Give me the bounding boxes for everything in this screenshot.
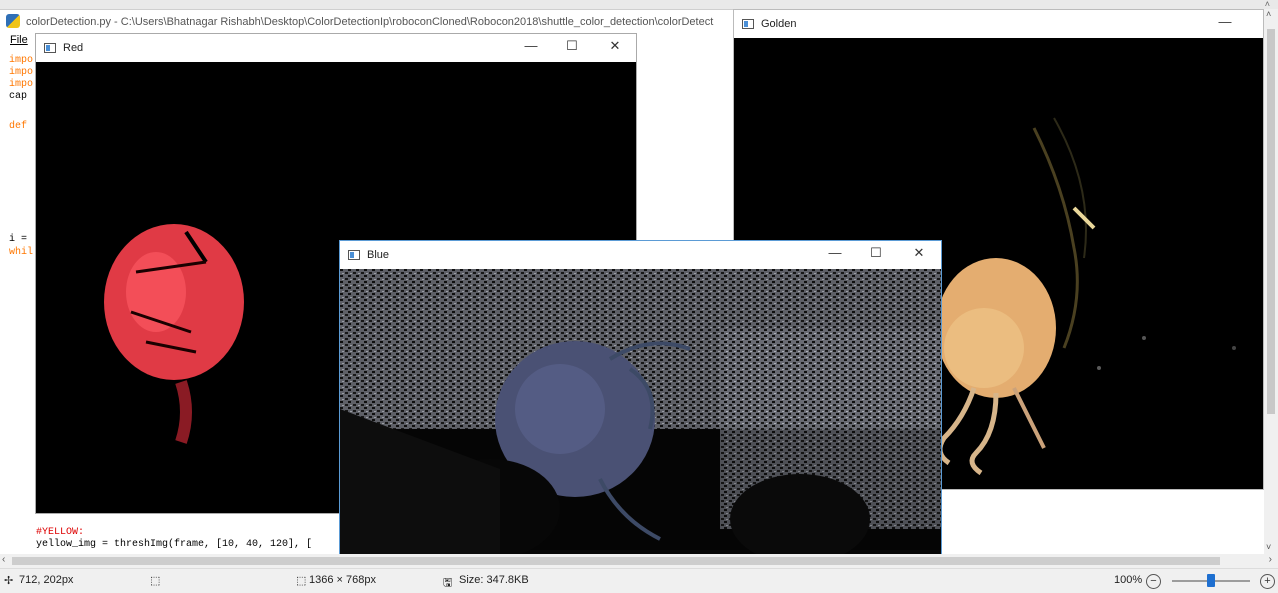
- idle-window-title: colorDetection.py - C:\Users\Bhatnagar R…: [26, 16, 714, 28]
- code-line[interactable]: impo: [9, 68, 33, 78]
- window-icon: [44, 43, 56, 53]
- red-window-title: Red: [63, 42, 84, 54]
- maximize-button[interactable]: ☐: [861, 245, 891, 261]
- scrollbar-thumb[interactable]: [12, 557, 1220, 565]
- file-size: Size: 347.8KB: [459, 574, 529, 586]
- scrollbar-thumb[interactable]: [1267, 29, 1275, 414]
- blue-window-title: Blue: [367, 249, 390, 261]
- blue-image: [340, 269, 941, 554]
- save-size-icon: 🖫: [443, 577, 453, 589]
- menu-file[interactable]: File: [10, 34, 28, 46]
- scroll-up-icon[interactable]: ˄: [1266, 9, 1271, 19]
- golden-title-bar[interactable]: Golden —: [734, 10, 1263, 38]
- window-icon: [742, 19, 754, 29]
- blue-title-bar[interactable]: Blue — ☐ ✕: [340, 241, 941, 269]
- status-bar: ✢ 712, 202px ⬚ ⬚ 1366 × 768px 🖫 Size: 34…: [0, 568, 1278, 592]
- minimize-button[interactable]: —: [820, 245, 850, 260]
- code-line[interactable]: i =: [9, 235, 27, 245]
- scroll-down-icon[interactable]: ˅: [1266, 542, 1271, 552]
- dimensions-icon: ⬚: [296, 575, 307, 587]
- maximize-button[interactable]: ☐: [557, 38, 587, 54]
- golden-window-title: Golden: [761, 18, 797, 30]
- red-title-bar[interactable]: Red — ☐ ✕: [36, 34, 636, 62]
- scroll-left-icon[interactable]: ‹: [2, 554, 5, 565]
- selection-icon: ⬚: [150, 575, 161, 587]
- close-button[interactable]: ✕: [600, 38, 630, 54]
- scroll-up-icon[interactable]: ˄: [1265, 0, 1270, 9]
- cursor-position: 712, 202px: [19, 574, 74, 586]
- code-comment[interactable]: #YELLOW:: [36, 528, 84, 538]
- code-line[interactable]: whil: [9, 248, 33, 258]
- code-line[interactable]: yellow_img = threshImg(frame, [10, 40, 1…: [36, 540, 312, 550]
- code-line[interactable]: def: [9, 122, 27, 132]
- close-button[interactable]: ✕: [904, 245, 934, 261]
- zoom-out-button[interactable]: −: [1146, 574, 1161, 589]
- top-strip: ˄: [0, 0, 1278, 9]
- code-line[interactable]: impo: [9, 56, 33, 66]
- code-line[interactable]: cap: [9, 92, 27, 102]
- vertical-scrollbar[interactable]: ˄ ˅: [1264, 9, 1278, 554]
- minimize-button[interactable]: —: [516, 38, 546, 53]
- window-icon: [348, 250, 360, 260]
- python-icon: [6, 14, 20, 28]
- blue-mask-image: [340, 269, 941, 554]
- scroll-right-icon[interactable]: ›: [1269, 554, 1272, 565]
- minimize-button[interactable]: —: [1210, 14, 1240, 29]
- image-dimensions: 1366 × 768px: [309, 574, 376, 586]
- zoom-slider-thumb[interactable]: [1207, 574, 1215, 587]
- blue-window: Blue — ☐ ✕: [339, 240, 942, 555]
- code-line[interactable]: impo: [9, 80, 33, 90]
- zoom-level: 100%: [1114, 574, 1143, 586]
- zoom-in-button[interactable]: +: [1260, 574, 1275, 589]
- horizontal-scrollbar[interactable]: ‹ ›: [0, 554, 1278, 568]
- cursor-position-icon: ✢: [4, 575, 14, 587]
